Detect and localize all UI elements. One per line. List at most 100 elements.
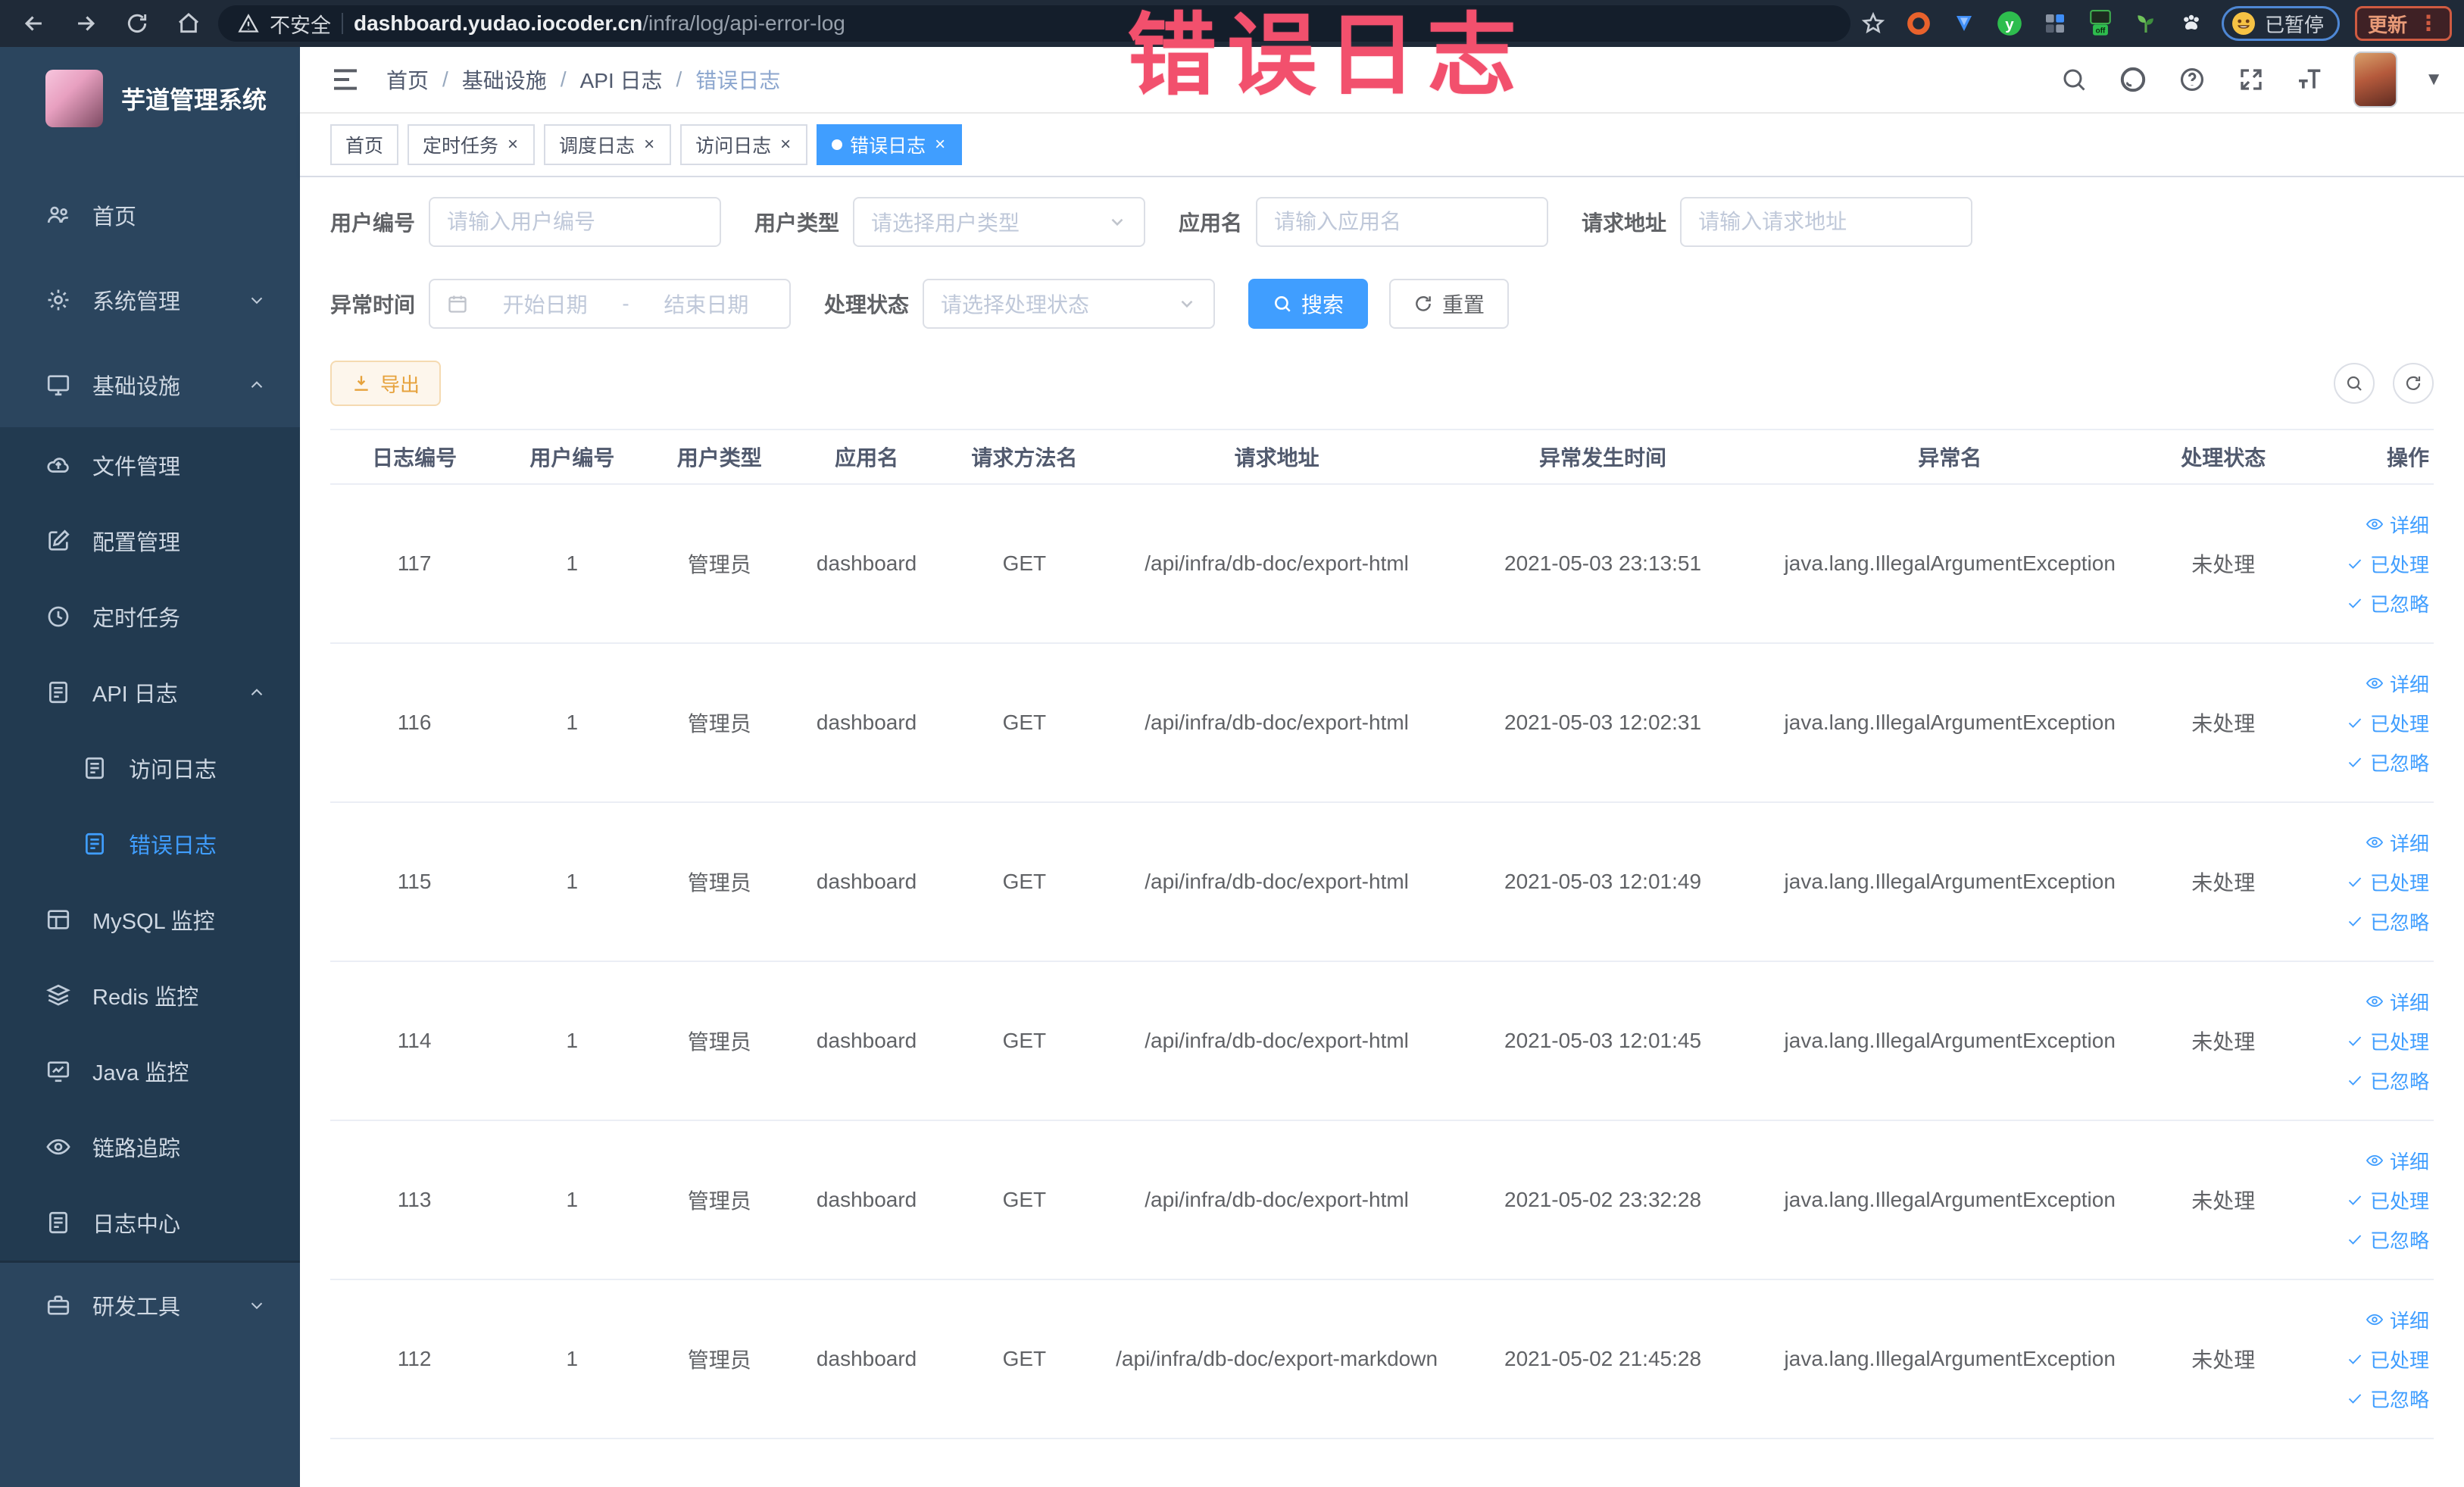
help-button[interactable] <box>2176 64 2208 95</box>
github-link[interactable] <box>2117 64 2149 95</box>
mark-processed-link[interactable]: 已处理 <box>2307 1180 2429 1220</box>
reset-button[interactable]: 重置 <box>1389 279 1510 329</box>
log-icon <box>45 679 71 705</box>
fullscreen-button[interactable] <box>2235 64 2267 95</box>
export-button[interactable]: 导出 <box>330 361 442 406</box>
chevup-icon <box>251 689 263 695</box>
logo-row[interactable]: 芋道管理系统 <box>0 47 300 150</box>
extension-paused-pill[interactable]: 已暂停 <box>2221 6 2340 41</box>
breadcrumb-item-2[interactable]: API 日志 <box>580 64 663 95</box>
mark-processed-link[interactable]: 已处理 <box>2307 544 2429 583</box>
detail-link[interactable]: 详细 <box>2307 1300 2429 1339</box>
edit-icon <box>45 528 71 554</box>
extension-sprout-icon[interactable] <box>2131 8 2161 39</box>
cell-user_type: 管理员 <box>645 1279 793 1439</box>
close-icon[interactable]: × <box>506 134 520 155</box>
sidebar-item-12[interactable]: 链路追踪 <box>0 1109 300 1185</box>
sidebar-item-13[interactable]: 日志中心 <box>0 1185 300 1261</box>
detail-link[interactable]: 详细 <box>2307 823 2429 862</box>
font-size-button[interactable] <box>2294 64 2326 95</box>
mark-ignored-link[interactable]: 已忽略 <box>2307 583 2429 623</box>
sidebar-item-10[interactable]: Redis 监控 <box>0 957 300 1033</box>
sidebar-item-8[interactable]: 错误日志 <box>0 806 300 882</box>
sidebar-item-7[interactable]: 访问日志 <box>0 730 300 806</box>
user-id-input[interactable] <box>429 197 722 247</box>
detail-link[interactable]: 详细 <box>2307 505 2429 544</box>
user-avatar[interactable] <box>2353 52 2398 108</box>
breadcrumb-item-0[interactable]: 首页 <box>386 64 429 95</box>
cell-time: 2021-05-03 23:13:51 <box>1444 484 1761 644</box>
close-icon[interactable]: × <box>642 134 656 155</box>
detail-link[interactable]: 详细 <box>2307 664 2429 703</box>
extension-grid-icon[interactable] <box>2040 8 2070 39</box>
app-name-input-field[interactable] <box>1274 210 1531 234</box>
close-icon[interactable]: × <box>933 134 947 155</box>
mark-processed-link[interactable]: 已处理 <box>2307 862 2429 901</box>
tab-3[interactable]: 访问日志 × <box>680 124 808 165</box>
ignored-link-label: 已忽略 <box>2369 1388 2429 1411</box>
request-url-input[interactable] <box>1680 197 1973 247</box>
browser-reload-button[interactable] <box>115 5 159 42</box>
sidebar-item-5[interactable]: 定时任务 <box>0 579 300 654</box>
browser-update-button[interactable]: 更新 ⋮ <box>2354 6 2452 41</box>
tab-0[interactable]: 首页 <box>330 124 399 165</box>
detail-link[interactable]: 详细 <box>2307 1141 2429 1180</box>
table-row: 115 1 管理员 dashboard GET/api/infra/db-doc/exp… <box>330 802 2434 962</box>
kebab-menu-icon[interactable]: ⋮ <box>2418 13 2439 34</box>
mark-ignored-link[interactable]: 已忽略 <box>2307 1061 2429 1100</box>
mark-processed-link[interactable]: 已处理 <box>2307 703 2429 742</box>
cell-url: /api/infra/db-doc/export-html <box>1108 961 1445 1121</box>
sidebar-item-2[interactable]: 基础设施 <box>0 342 300 427</box>
process-status-label: 处理状态 <box>824 293 910 317</box>
sidebar-item-11[interactable]: Java 监控 <box>0 1033 300 1109</box>
tab-4[interactable]: 错误日志 × <box>817 124 963 165</box>
user-menu-caret-icon[interactable]: ▼ <box>2425 69 2443 90</box>
detail-link-label: 详细 <box>2389 832 2429 855</box>
cell-url: /api/infra/db-doc/export-markdown <box>1108 1279 1445 1439</box>
extension-paw-icon[interactable] <box>2176 8 2206 39</box>
breadcrumb-separator: / <box>442 67 448 91</box>
refresh-table-button[interactable] <box>2393 363 2434 404</box>
breadcrumb-item-1[interactable]: 基础设施 <box>462 64 547 95</box>
mark-ignored-link[interactable]: 已忽略 <box>2307 1220 2429 1259</box>
toggle-search-button[interactable] <box>2334 363 2375 404</box>
mark-ignored-link[interactable]: 已忽略 <box>2307 742 2429 782</box>
tab-2[interactable]: 调度日志 × <box>544 124 672 165</box>
browser-forward-button[interactable] <box>64 5 108 42</box>
sidebar-item-6[interactable]: API 日志 <box>0 654 300 730</box>
user-id-input-field[interactable] <box>447 210 704 234</box>
bookmark-star-icon[interactable] <box>1858 8 1888 39</box>
mark-processed-link[interactable]: 已处理 <box>2307 1339 2429 1379</box>
log-icon <box>82 755 108 781</box>
detail-link[interactable]: 详细 <box>2307 982 2429 1021</box>
request-url-input-field[interactable] <box>1698 210 1955 234</box>
process-status-select[interactable]: 请选择处理状态 <box>923 279 1216 329</box>
header-search-button[interactable] <box>2058 64 2090 95</box>
browser-home-button[interactable] <box>167 5 211 42</box>
exception-time-range-picker[interactable]: 开始日期 - 结束日期 <box>429 279 792 329</box>
browser-back-button[interactable] <box>12 5 56 42</box>
mark-ignored-link[interactable]: 已忽略 <box>2307 901 2429 941</box>
extension-green-circle-icon[interactable]: y <box>1994 8 2025 39</box>
tab-1[interactable]: 定时任务 × <box>408 124 536 165</box>
user-type-select[interactable]: 请选择用户类型 <box>853 197 1146 247</box>
sidebar-collapse-icon[interactable] <box>330 64 361 95</box>
extension-orange-donut-icon[interactable] <box>1903 8 1934 39</box>
sidebar-item-14[interactable]: 研发工具 <box>0 1263 300 1348</box>
sidebar-item-3[interactable]: 文件管理 <box>0 427 300 503</box>
app-name-input[interactable] <box>1256 197 1549 247</box>
search-button[interactable]: 搜索 <box>1248 279 1369 329</box>
sidebar-item-0[interactable]: 首页 <box>0 173 300 258</box>
mark-processed-link[interactable]: 已处理 <box>2307 1021 2429 1061</box>
extension-onoff-icon[interactable]: off <box>2085 8 2116 39</box>
sidebar-item-9[interactable]: MySQL 监控 <box>0 882 300 957</box>
extension-blue-drop-icon[interactable] <box>1949 8 1979 39</box>
close-icon[interactable]: × <box>779 134 792 155</box>
address-bar[interactable]: 不安全 dashboard.yudao.iocoder.cn/infra/log… <box>218 5 1850 42</box>
mark-ignored-link[interactable]: 已忽略 <box>2307 1379 2429 1418</box>
search-icon <box>2063 69 2085 91</box>
ignored-link-label: 已忽略 <box>2369 751 2429 775</box>
active-dot <box>832 139 843 150</box>
sidebar-item-4[interactable]: 配置管理 <box>0 503 300 579</box>
sidebar-item-1[interactable]: 系统管理 <box>0 258 300 342</box>
